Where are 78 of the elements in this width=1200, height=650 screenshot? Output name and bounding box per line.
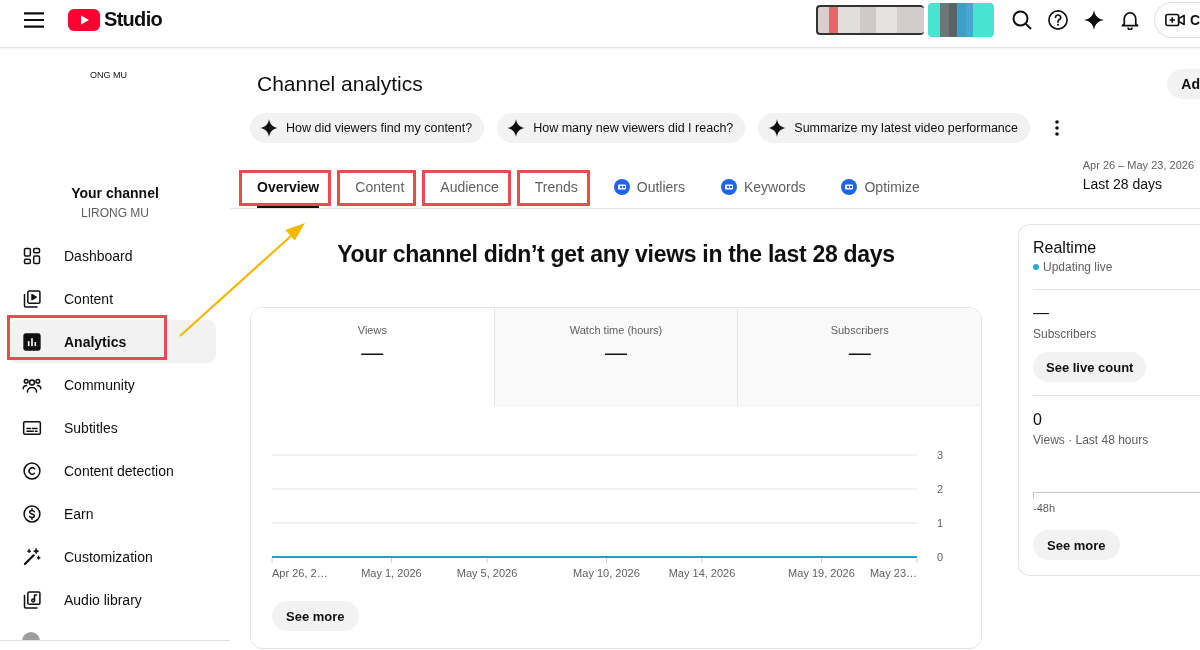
axis-label: -48h — [1033, 501, 1057, 515]
sidebar-item[interactable]: Community — [8, 363, 216, 406]
x-axis-label: May 1, 2026 — [361, 567, 422, 579]
x-axis-label: May 14, 2026 — [668, 567, 736, 579]
page-title: Channel analytics — [257, 72, 423, 96]
y-axis-label: 3 — [937, 449, 944, 461]
suggestion-chip[interactable]: Summarize my latest video performance — [758, 113, 1030, 143]
sidebar-item[interactable]: Audio library — [8, 578, 216, 621]
sidebar-item[interactable]: Dashboard — [8, 234, 216, 277]
x-axis-label: May 10, 2026 — [573, 567, 640, 579]
date-range: Apr 26 – May 23, 2026 — [1082, 158, 1194, 172]
mode-button[interactable]: Ad — [1167, 69, 1200, 99]
see-live-count-button[interactable]: See live count — [1033, 352, 1147, 382]
status-dot-icon — [1033, 264, 1039, 270]
axis-tick — [390, 557, 392, 564]
menu-icon[interactable] — [24, 9, 44, 30]
sparkle-icon[interactable] — [1083, 9, 1104, 30]
copyright-icon — [22, 460, 42, 481]
y-axis-label: 2 — [937, 483, 944, 495]
y-axis-label: 0 — [937, 551, 944, 563]
tool-badge-icon — [613, 178, 630, 195]
magic-wand-icon — [22, 546, 42, 567]
see-more-button[interactable]: See more — [272, 601, 359, 631]
date-period[interactable]: Last 28 days — [1082, 174, 1194, 194]
views-count: 0 — [1033, 411, 1043, 429]
analytics-icon — [22, 331, 42, 352]
sidebar-item[interactable]: Analytics — [8, 320, 216, 363]
headline: Your channel didn’t get any views in the last 28 days — [336, 240, 896, 269]
subscriber-label: Subscribers — [1033, 326, 1098, 342]
music-library-icon — [22, 589, 42, 610]
metric-tab[interactable]: Watch time (hours) — — [493, 308, 738, 406]
sidebar-item[interactable]: Earn — [8, 492, 216, 535]
range-start-label: Apr 26, 2… — [272, 567, 328, 579]
tool-badge-icon — [841, 178, 858, 195]
axis-tick — [820, 557, 822, 564]
channel-title: Your channel — [71, 184, 159, 203]
sidebar-item[interactable]: Customization — [8, 535, 216, 578]
tab[interactable]: Outliers — [613, 165, 685, 208]
subscriber-count: — — [1033, 304, 1050, 322]
metric-tab[interactable]: Subscribers — — [737, 308, 981, 406]
content-icon — [22, 288, 42, 309]
logo-text[interactable]: Studio — [104, 8, 162, 31]
create-button[interactable]: C — [1153, 1, 1200, 38]
pixelated-block — [927, 2, 994, 37]
suggestion-chip[interactable]: How many new viewers did I reach? — [497, 113, 746, 143]
sidebar-item[interactable]: Subtitles — [8, 406, 216, 449]
dollar-icon — [22, 503, 42, 524]
axis-tick — [605, 557, 607, 564]
sparkle-icon — [768, 119, 787, 137]
bell-icon[interactable] — [1119, 9, 1140, 30]
search-icon[interactable] — [1011, 9, 1032, 30]
see-more-button[interactable]: See more — [1033, 530, 1120, 560]
sparkle-icon — [260, 119, 278, 137]
sidebar-item[interactable]: Content detection — [8, 449, 216, 492]
x-axis-label: May 19, 2026 — [788, 567, 855, 579]
sparkle-icon — [507, 119, 526, 137]
channel-name: LIRONG MU — [81, 205, 149, 221]
tab[interactable]: Audience — [440, 165, 499, 208]
tab[interactable]: Optimize — [841, 165, 920, 208]
help-icon[interactable] — [1047, 9, 1068, 30]
more-options-icon[interactable] — [1055, 120, 1059, 136]
realtime-title: Realtime — [1033, 239, 1098, 257]
y-axis-label: 1 — [937, 517, 944, 529]
play-logo-icon[interactable] — [68, 8, 100, 31]
tool-badge-icon — [721, 178, 737, 195]
suggestion-chip[interactable]: How did viewers find my content? — [250, 113, 485, 143]
channel-image-text: ONG MU — [90, 70, 127, 80]
video-plus-icon — [1164, 12, 1185, 27]
dashboard-icon — [22, 245, 42, 266]
tab[interactable]: Overview — [257, 165, 320, 208]
sidebar-item[interactable]: Content — [8, 277, 216, 320]
tab[interactable]: Keywords — [721, 165, 806, 208]
x-axis-label: May 5, 2026 — [456, 567, 518, 579]
tab[interactable]: Content — [355, 165, 405, 208]
range-end-label: May 23… — [869, 567, 917, 579]
views-label: Views · Last 48 hours — [1033, 432, 1150, 448]
tab[interactable]: Trends — [534, 165, 578, 208]
status-text: Updating live — [1043, 259, 1113, 275]
